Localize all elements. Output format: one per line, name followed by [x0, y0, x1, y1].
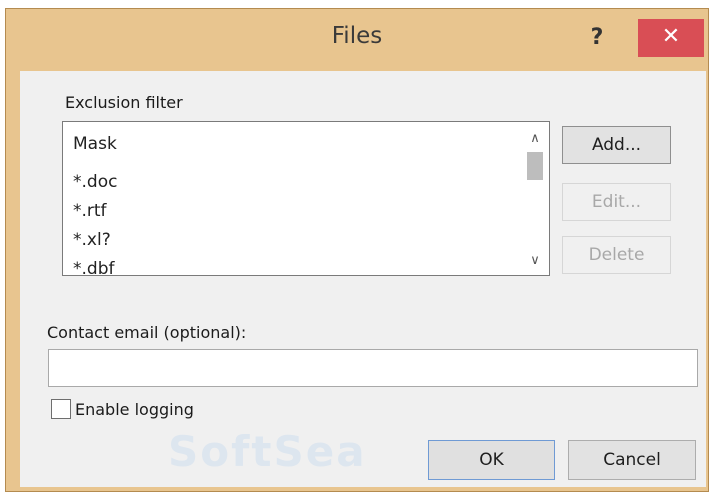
list-item[interactable]: *.dbf — [73, 255, 117, 275]
add-button[interactable]: Add... — [562, 126, 671, 164]
cancel-button[interactable]: Cancel — [568, 440, 696, 480]
list-item[interactable]: *.doc — [73, 168, 117, 197]
enable-logging-label[interactable]: Enable logging — [75, 400, 194, 419]
edit-button[interactable]: Edit... — [562, 183, 671, 221]
contact-email-label: Contact email (optional): — [47, 323, 247, 342]
list-item[interactable]: *.rtf — [73, 197, 117, 226]
title-bar[interactable]: Files ? ✕ — [6, 9, 708, 71]
delete-button[interactable]: Delete — [562, 236, 671, 274]
close-icon: ✕ — [661, 24, 681, 49]
dialog-body: Exclusion filter Mask *.doc *.rtf *.xl? … — [20, 71, 706, 487]
list-item[interactable]: *.xl? — [73, 226, 117, 255]
mask-column-header: Mask — [73, 134, 117, 154]
list-scrollbar[interactable]: ∧ ∨ — [521, 122, 549, 275]
help-button[interactable]: ? — [577, 23, 617, 55]
exclusion-mask-list[interactable]: Mask *.doc *.rtf *.xl? *.dbf ∧ ∨ — [62, 121, 550, 276]
files-dialog: Files ? ✕ Exclusion filter Mask *.doc *.… — [5, 8, 709, 492]
ok-button[interactable]: OK — [428, 440, 555, 480]
contact-email-field[interactable] — [48, 349, 698, 387]
scroll-thumb[interactable] — [527, 152, 543, 180]
enable-logging-row[interactable]: Enable logging — [51, 399, 194, 419]
softsea-watermark: SoftSea — [168, 427, 367, 476]
scroll-down-icon[interactable]: ∨ — [521, 249, 549, 273]
scroll-up-icon[interactable]: ∧ — [521, 127, 549, 151]
close-button[interactable]: ✕ — [638, 19, 704, 57]
exclusion-filter-label: Exclusion filter — [65, 93, 183, 112]
enable-logging-checkbox[interactable] — [51, 399, 71, 419]
